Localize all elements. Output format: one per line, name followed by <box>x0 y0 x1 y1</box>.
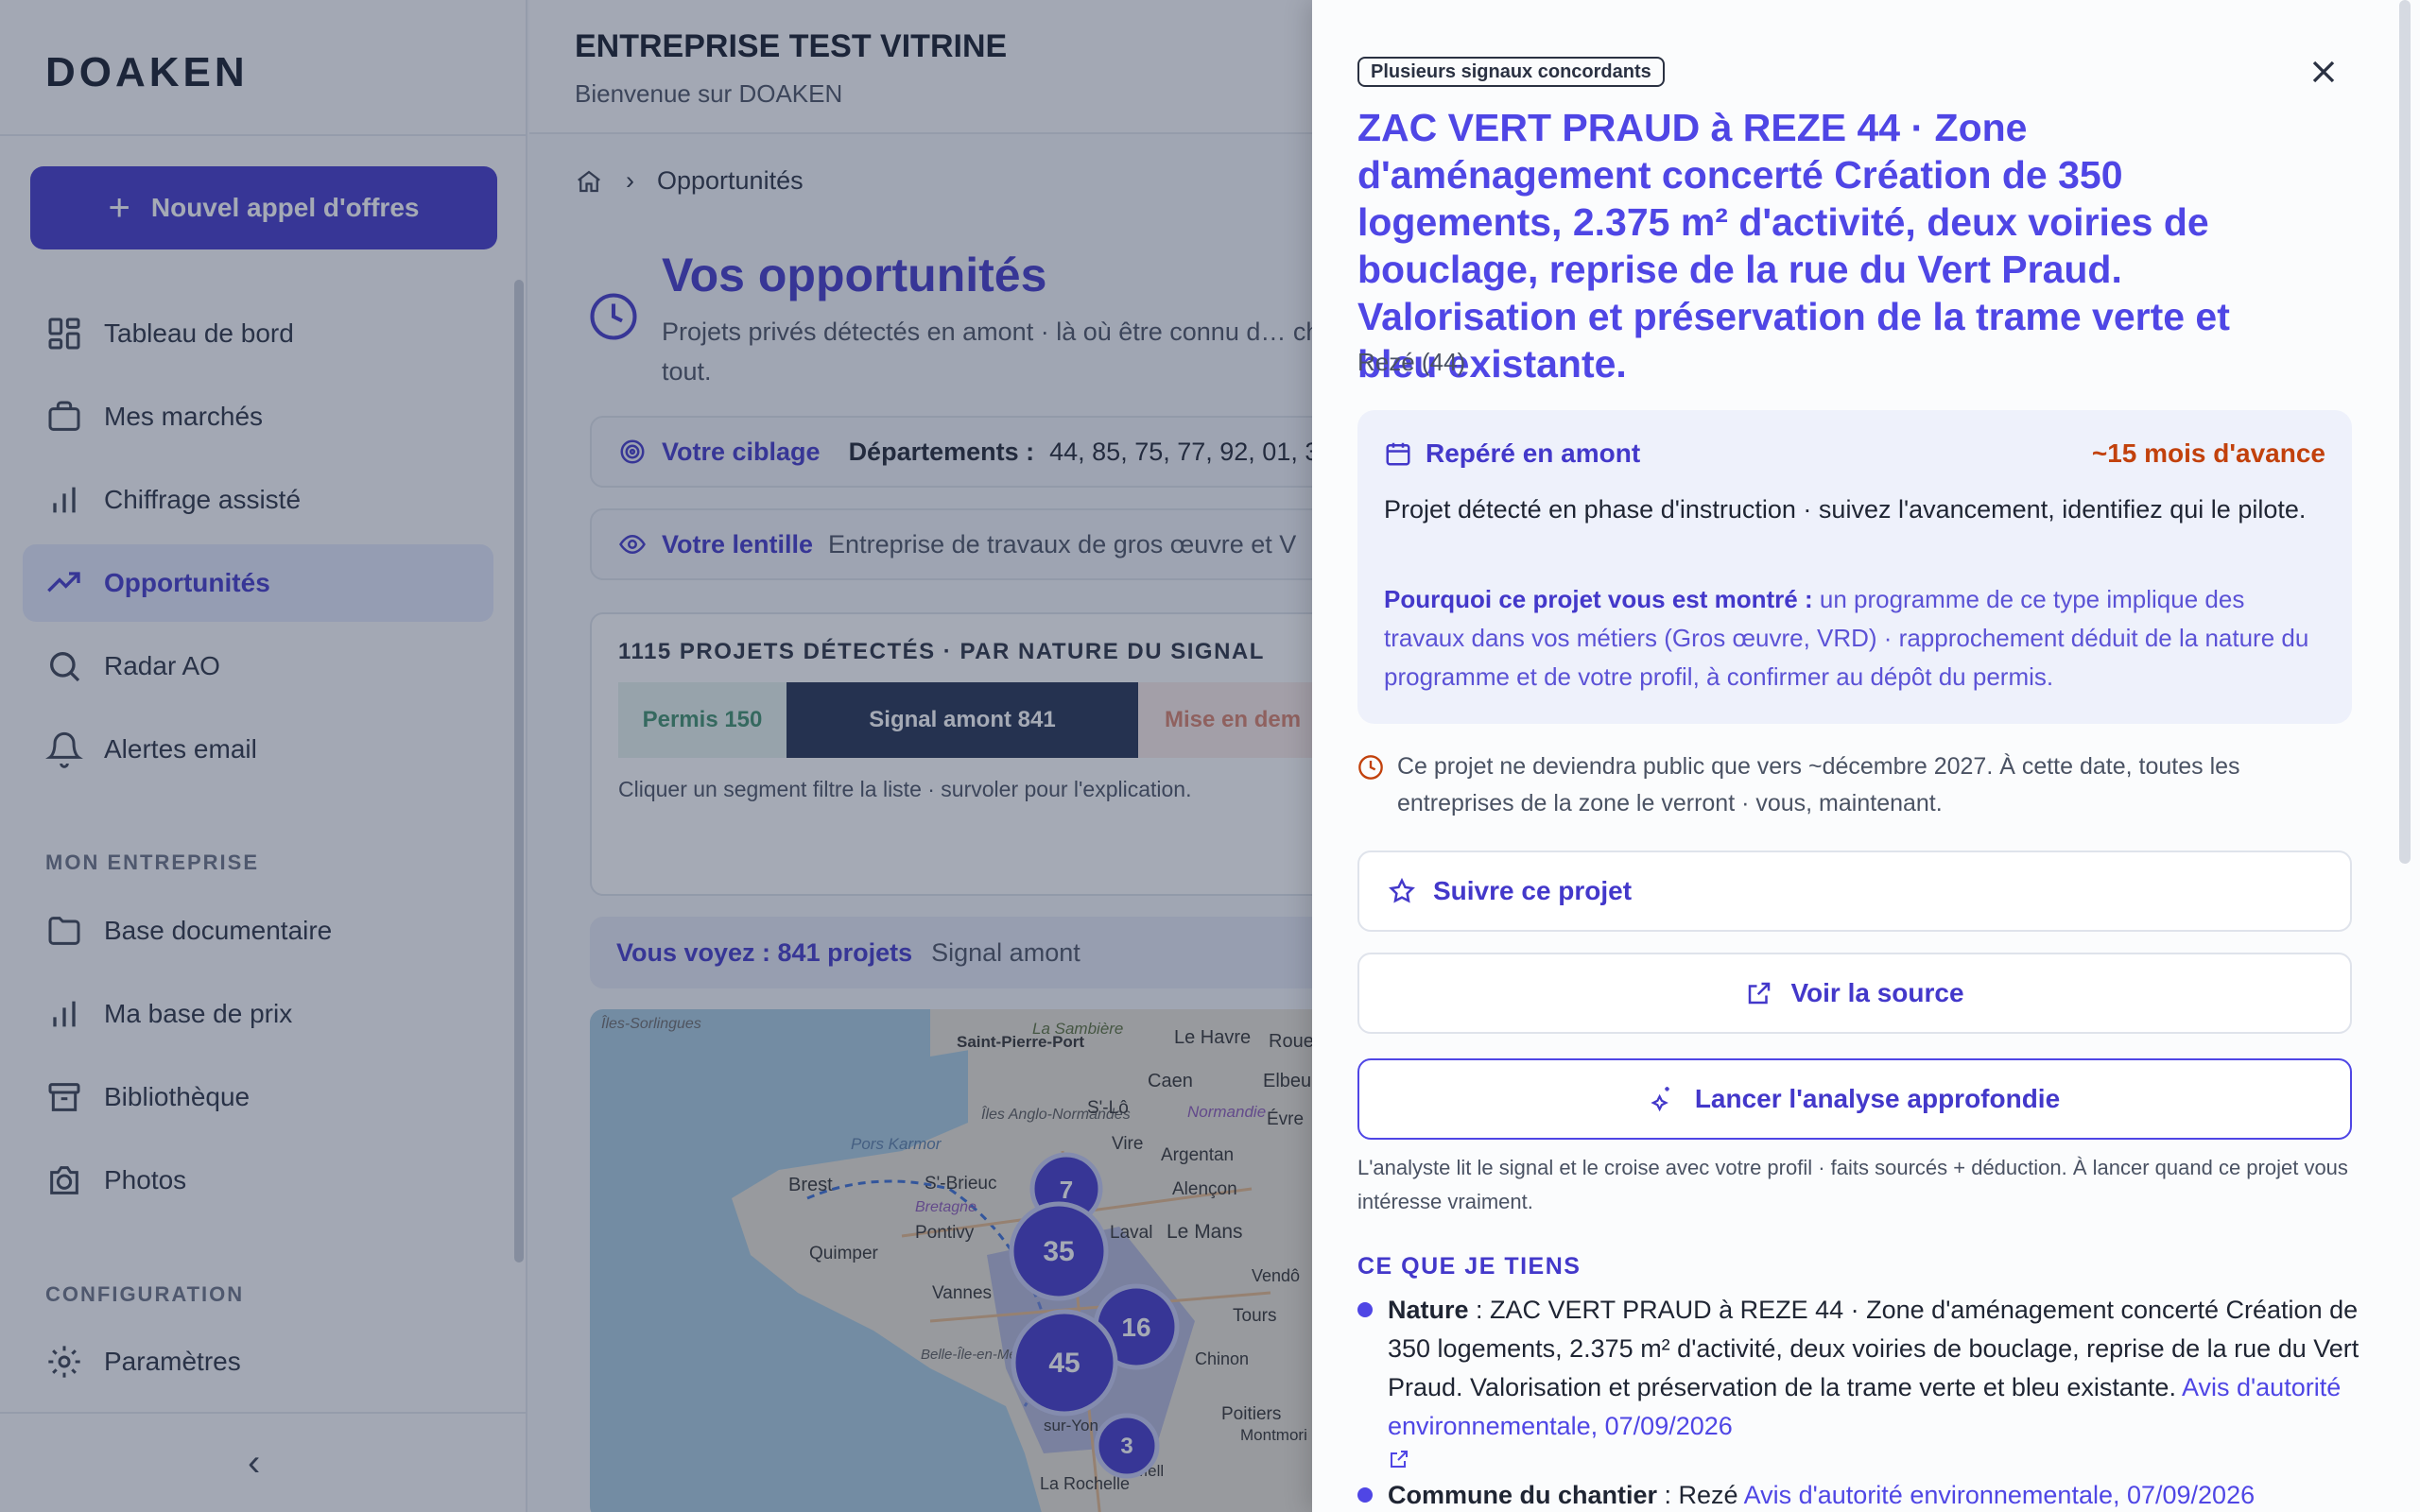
fact-item: Commune du chantier : Rezé Avis d'autori… <box>1357 1476 2360 1512</box>
close-icon[interactable] <box>2305 53 2342 91</box>
upstream-info-box: Repéré en amont ~15 mois d'avance Projet… <box>1357 410 2352 724</box>
project-drawer: Plusieurs signaux concordants ZAC VERT P… <box>1312 0 2420 1512</box>
sparkles-icon <box>1651 1087 1669 1112</box>
signal-badge: Plusieurs signaux concordants <box>1357 57 1665 87</box>
external-link-icon <box>1749 982 1771 1005</box>
star-icon <box>1389 877 1415 903</box>
info-why-label: Pourquoi ce projet vous est montré : <box>1384 585 1813 613</box>
fact-key: Nature <box>1388 1296 1469 1324</box>
info-head: Repéré en amont <box>1384 438 1640 469</box>
info-text: Projet détecté en phase d'instruction · … <box>1384 495 2307 524</box>
facts-heading: CE QUE JE TIENS <box>1357 1253 1582 1280</box>
view-source-button[interactable]: Voir la source <box>1357 953 2352 1034</box>
info-why: Pourquoi ce projet vous est montré : un … <box>1384 580 2329 696</box>
info-title: Repéré en amont <box>1426 438 1641 468</box>
fact-key: Commune du chantier <box>1388 1481 1658 1509</box>
bullet-dot <box>1357 1487 1373 1503</box>
follow-label: Suivre ce projet <box>1433 876 1633 905</box>
project-location: Rezé (44) <box>1357 348 1466 376</box>
modal-backdrop[interactable] <box>0 0 1312 1512</box>
fact-value: : Rezé <box>1657 1481 1744 1509</box>
deep-analysis-button[interactable]: Lancer l'analyse approfondie <box>1357 1058 2352 1140</box>
fact-text: Commune du chantier : Rezé Avis d'autori… <box>1388 1476 2255 1512</box>
public-date-note: Ce projet ne deviendra public que vers ~… <box>1357 748 2352 822</box>
fact-source-link[interactable]: Avis d'autorité environnementale, 07/09/… <box>1744 1481 2256 1509</box>
advance-badge: ~15 mois d'avance <box>2091 438 2325 468</box>
bullet-dot <box>1357 1302 1373 1317</box>
analysis-hint: L'analyste lit le signal et le croise av… <box>1357 1156 2348 1213</box>
clock-icon <box>1358 755 1383 780</box>
fact-item: Nature : ZAC VERT PRAUD à REZE 44 · Zone… <box>1357 1291 2360 1470</box>
project-title: ZAC VERT PRAUD à REZE 44 · Zone d'aménag… <box>1357 106 2230 386</box>
note-text: Ce projet ne deviendra public que vers ~… <box>1397 753 2240 816</box>
calendar-icon <box>1386 442 1410 466</box>
source-label: Voir la source <box>1790 978 1964 1007</box>
analyze-label: Lancer l'analyse approfondie <box>1694 1084 2061 1113</box>
external-link-icon[interactable] <box>1388 1448 1410 1470</box>
fact-text: Nature : ZAC VERT PRAUD à REZE 44 · Zone… <box>1388 1291 2360 1470</box>
follow-project-button[interactable]: Suivre ce projet <box>1357 850 2352 932</box>
drawer-scrollbar[interactable] <box>2399 0 2411 864</box>
